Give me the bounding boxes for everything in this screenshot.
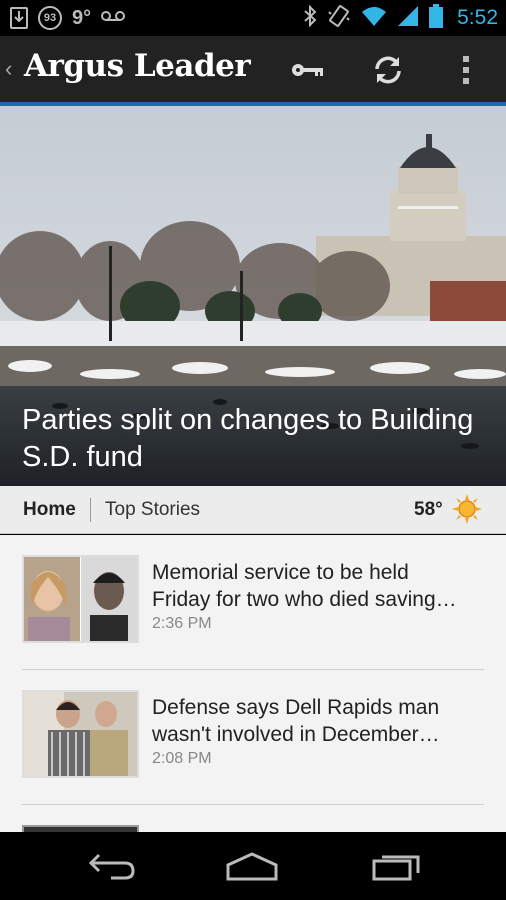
recent-apps-icon[interactable]: [366, 848, 426, 884]
weather-temperature[interactable]: 58°: [414, 499, 443, 521]
section-tabs: Home Top Stories 58°: [0, 486, 506, 534]
navigation-bar: [0, 832, 506, 900]
status-bar-right: 5:52: [303, 3, 498, 33]
notification-badge: 93: [38, 6, 62, 30]
app-title[interactable]: Argus Leader: [24, 48, 251, 84]
article-thumbnail: [22, 825, 139, 832]
action-bar: ‹ Argus Leader: [0, 36, 506, 106]
voicemail-icon: [101, 9, 126, 28]
status-bar: 93 9° 5:52: [0, 0, 506, 36]
signal-icon: [397, 5, 419, 32]
download-icon: [10, 7, 28, 29]
list-item[interactable]: Memorial service to be held Friday for t…: [0, 535, 506, 670]
key-icon[interactable]: [288, 50, 328, 90]
tab-home[interactable]: Home: [23, 499, 76, 521]
hero-story[interactable]: Parties split on changes to Building S.D…: [0, 106, 506, 486]
article-list: Memorial service to be held Friday for t…: [0, 535, 506, 832]
tab-top-stories[interactable]: Top Stories: [105, 499, 200, 521]
tab-divider: [90, 498, 91, 522]
article-time: 2:08 PM: [152, 750, 212, 767]
list-item[interactable]: Defense says Dell Rapids man wasn't invo…: [0, 670, 506, 805]
article-thumbnail: [22, 690, 139, 778]
home-icon[interactable]: [222, 848, 282, 884]
article-headline[interactable]: Memorial service to be held Friday for t…: [152, 559, 492, 613]
status-clock: 5:52: [457, 6, 498, 29]
status-temperature: 9°: [72, 6, 92, 29]
vibrate-icon: [327, 4, 351, 33]
bluetooth-icon: [303, 4, 317, 32]
sun-icon[interactable]: [452, 494, 482, 529]
refresh-icon[interactable]: [368, 50, 408, 90]
wifi-icon: [361, 5, 387, 32]
back-icon[interactable]: [82, 848, 142, 884]
article-thumbnail: [22, 555, 139, 643]
status-bar-left: 93 9°: [10, 4, 126, 32]
article-time: 2:36 PM: [152, 615, 212, 632]
hero-headline[interactable]: Parties split on changes to Building S.D…: [22, 402, 482, 476]
battery-icon: [429, 3, 444, 33]
overflow-menu-icon[interactable]: [446, 50, 486, 90]
article-headline[interactable]: Defense says Dell Rapids man wasn't invo…: [152, 694, 492, 748]
list-item[interactable]: [0, 805, 506, 832]
back-chevron-icon[interactable]: ‹: [5, 56, 12, 82]
